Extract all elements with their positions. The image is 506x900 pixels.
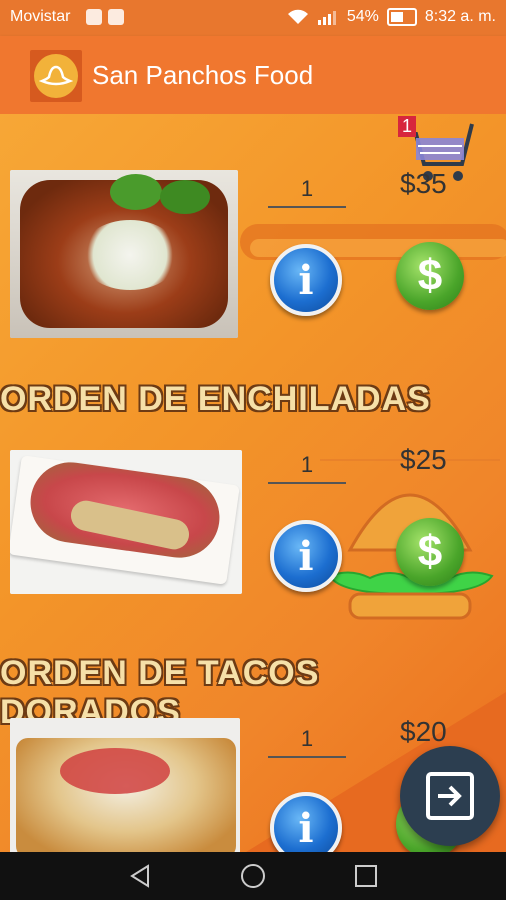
food-image (10, 170, 238, 338)
carrier-label: Movistar (10, 8, 71, 25)
status-bar: Movistar 54% 8:32 a. m. (0, 0, 506, 36)
quantity-input[interactable]: 1 (268, 176, 346, 208)
exit-to-app-icon (426, 772, 474, 820)
notification-icon (86, 9, 102, 25)
system-nav-bar (0, 852, 506, 900)
app-bar: San Panchos Food (0, 36, 506, 114)
battery-percent: 54% (346, 8, 379, 25)
gallery-icon (108, 9, 124, 25)
item-price: $35 (400, 168, 447, 199)
home-icon[interactable] (239, 862, 267, 890)
wifi-icon (287, 9, 308, 24)
sombrero-logo-icon (30, 50, 82, 102)
item-price: $25 (400, 444, 447, 475)
checkout-fab-button[interactable] (400, 746, 500, 846)
recents-icon[interactable] (352, 862, 380, 890)
cart-count-badge: 1 (398, 116, 417, 137)
app-title: San Panchos Food (92, 60, 314, 90)
status-right: 54% 8:32 a. m. (287, 8, 496, 26)
quantity-input[interactable]: 1 (268, 452, 346, 484)
quantity-input[interactable]: 1 (268, 726, 346, 758)
add-to-cart-button[interactable]: $ (396, 518, 464, 586)
signal-icon (317, 11, 336, 25)
menu-list[interactable]: 1 1 $35 i $ ORDEN DE ENCHILADAS 1 $25 i (0, 114, 506, 852)
item-price: $20 (400, 716, 447, 747)
battery-icon (386, 8, 417, 26)
back-icon[interactable] (126, 862, 154, 890)
dish-title: ORDEN DE ENCHILADAS (0, 380, 431, 418)
clock: 8:32 a. m. (424, 8, 496, 25)
info-button[interactable]: i (270, 244, 342, 316)
food-image (10, 718, 240, 852)
info-button[interactable]: i (270, 520, 342, 592)
add-to-cart-button[interactable]: $ (396, 242, 464, 310)
notification-icons (86, 9, 130, 30)
food-image (10, 450, 242, 594)
